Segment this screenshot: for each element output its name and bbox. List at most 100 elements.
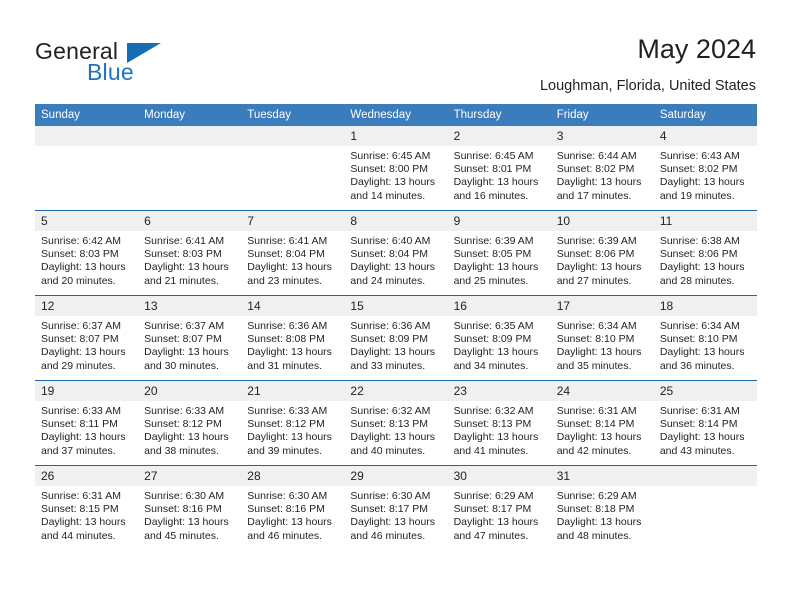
day-sun-info: Sunrise: 6:45 AM Sunset: 8:01 PM Daylight:… [448,146,551,203]
calendar-page: General Blue May 2024 Loughman, Florida,… [0,0,792,612]
calendar-week-row: 12 Sunrise: 6:37 AM Sunset: 8:07 PM Dayligh… [35,295,757,381]
sunrise-time: Sunrise: 6:37 AM [41,320,121,332]
day-sun-info: Sunrise: 6:39 AM Sunset: 8:06 PM Daylight:… [551,231,654,288]
day-sun-info: Sunrise: 6:37 AM Sunset: 8:07 PM Daylight:… [138,316,241,373]
calendar-day-cell[interactable]: 4 Sunrise: 6:43 AM Sunset: 8:02 PM Daylight… [653,126,757,211]
daylight-duration-line2: and 19 minutes. [659,189,735,202]
sunset-time: Sunset: 8:13 PM [350,418,429,431]
calendar-day-cell[interactable]: 15 Sunrise: 6:36 AM Sunset: 8:09 PM Dayligh… [344,295,448,381]
calendar-day-cell[interactable]: 27 Sunrise: 6:30 AM Sunset: 8:16 PM Dayligh… [138,465,242,550]
sunrise-time: Sunrise: 6:41 AM [247,235,328,247]
daylight-duration-line1: Daylight: 13 hours [247,431,332,444]
sunrise-time: Sunrise: 6:38 AM [659,235,740,247]
calendar-day-cell[interactable]: 22 Sunrise: 6:32 AM Sunset: 8:13 PM Dayligh… [344,380,448,466]
calendar-day-cell[interactable]: 7 Sunrise: 6:41 AM Sunset: 8:04 PM Daylight… [241,210,345,296]
sunrise-time: Sunrise: 6:33 AM [144,405,225,417]
day-sun-info: Sunrise: 6:31 AM Sunset: 8:14 PM Daylight:… [551,401,654,458]
day-sun-info: Sunrise: 6:38 AM Sunset: 8:06 PM Daylight:… [654,231,757,288]
daylight-duration-line2: and 25 minutes. [453,274,529,287]
day-number: 31 [550,466,654,486]
day-sun-info: Sunrise: 6:32 AM Sunset: 8:13 PM Daylight:… [448,401,551,458]
sunrise-time: Sunrise: 6:34 AM [556,320,637,332]
sunrise-time: Sunrise: 6:37 AM [144,320,225,332]
daylight-duration-line2: and 41 minutes. [453,444,529,457]
weekday-header-tuesday: Tuesday [241,104,345,126]
calendar-day-cell[interactable]: 18 Sunrise: 6:34 AM Sunset: 8:10 PM Dayligh… [653,295,757,381]
calendar-day-cell[interactable]: 19 Sunrise: 6:33 AM Sunset: 8:11 PM Dayligh… [35,380,139,466]
calendar-day-cell[interactable]: 3 Sunrise: 6:44 AM Sunset: 8:02 PM Daylight… [550,126,654,211]
sunset-time: Sunset: 8:12 PM [144,418,222,431]
sunrise-time: Sunrise: 6:44 AM [556,150,637,162]
page-header: General Blue May 2024 Loughman, Florida,… [0,0,792,104]
general-blue-logo[interactable]: General Blue [35,38,235,86]
daylight-duration-line2: and 30 minutes. [144,359,219,372]
day-number: 4 [653,126,757,146]
calendar-day-cell[interactable]: 30 Sunrise: 6:29 AM Sunset: 8:17 PM Dayligh… [447,465,551,550]
day-sun-info: Sunrise: 6:36 AM Sunset: 8:08 PM Daylight:… [241,316,344,373]
sunset-time: Sunset: 8:10 PM [556,333,635,346]
calendar-day-cell[interactable]: 20 Sunrise: 6:33 AM Sunset: 8:12 PM Dayligh… [138,380,242,466]
day-number: 13 [138,296,242,316]
calendar-day-cell[interactable]: 6 Sunrise: 6:41 AM Sunset: 8:03 PM Daylight… [138,210,242,296]
calendar-day-cell[interactable]: 1 Sunrise: 6:45 AM Sunset: 8:00 PM Daylight… [344,126,448,211]
daylight-duration-line1: Daylight: 13 hours [247,261,332,274]
calendar-day-cell[interactable]: 17 Sunrise: 6:34 AM Sunset: 8:10 PM Dayligh… [550,295,654,381]
calendar-week-row: 26 Sunrise: 6:31 AM Sunset: 8:15 PM Dayligh… [35,465,757,550]
daylight-duration-line1: Daylight: 13 hours [556,261,642,274]
day-sun-info: Sunrise: 6:39 AM Sunset: 8:05 PM Daylight:… [448,231,551,288]
calendar-day-cell[interactable]: 5 Sunrise: 6:42 AM Sunset: 8:03 PM Daylight… [35,210,139,296]
day-number: 6 [138,211,242,231]
calendar-day-cell[interactable]: 26 Sunrise: 6:31 AM Sunset: 8:15 PM Dayligh… [35,465,139,550]
daylight-duration-line1: Daylight: 13 hours [659,261,745,274]
calendar-day-cell[interactable]: 9 Sunrise: 6:39 AM Sunset: 8:05 PM Daylight… [447,210,551,296]
sunrise-time: Sunrise: 6:34 AM [659,320,740,332]
calendar-day-cell[interactable]: 29 Sunrise: 6:30 AM Sunset: 8:17 PM Dayligh… [344,465,448,550]
sunrise-sunset-calendar-table: Sunday Monday Tuesday Wednesday Thursday… [35,104,757,550]
sunset-time: Sunset: 8:01 PM [453,163,532,176]
sunrise-time: Sunrise: 6:31 AM [556,405,637,417]
calendar-day-cell[interactable]: 8 Sunrise: 6:40 AM Sunset: 8:04 PM Daylight… [344,210,448,296]
sunrise-time: Sunrise: 6:33 AM [41,405,121,417]
daylight-duration-line2: and 17 minutes. [556,189,632,202]
calendar-day-cell[interactable]: 10 Sunrise: 6:39 AM Sunset: 8:06 PM Dayligh… [550,210,654,296]
day-number: 10 [550,211,654,231]
calendar-day-cell[interactable]: 16 Sunrise: 6:35 AM Sunset: 8:09 PM Dayligh… [447,295,551,381]
calendar-day-cell[interactable]: 25 Sunrise: 6:31 AM Sunset: 8:14 PM Dayligh… [653,380,757,466]
calendar-day-cell[interactable]: 14 Sunrise: 6:36 AM Sunset: 8:08 PM Dayligh… [241,295,345,381]
calendar-day-cell[interactable]: 21 Sunrise: 6:33 AM Sunset: 8:12 PM Dayligh… [241,380,345,466]
calendar-week-row: 19 Sunrise: 6:33 AM Sunset: 8:11 PM Dayligh… [35,380,757,466]
daylight-duration-line2: and 46 minutes. [350,529,426,542]
daylight-duration-line1: Daylight: 13 hours [247,516,332,529]
sunset-time: Sunset: 8:13 PM [453,418,532,431]
calendar-day-cell[interactable]: 24 Sunrise: 6:31 AM Sunset: 8:14 PM Dayligh… [550,380,654,466]
daylight-duration-line1: Daylight: 13 hours [453,176,539,189]
day-number: 9 [447,211,551,231]
day-sun-info: Sunrise: 6:30 AM Sunset: 8:16 PM Daylight:… [241,486,344,543]
calendar-day-cell[interactable]: 31 Sunrise: 6:29 AM Sunset: 8:18 PM Dayligh… [550,465,654,550]
day-number [35,126,139,146]
calendar-day-cell[interactable]: 23 Sunrise: 6:32 AM Sunset: 8:13 PM Dayligh… [447,380,551,466]
daylight-duration-line1: Daylight: 13 hours [350,346,436,359]
sunrise-time: Sunrise: 6:31 AM [41,490,121,502]
sunset-time: Sunset: 8:09 PM [453,333,532,346]
calendar-day-cell[interactable]: 12 Sunrise: 6:37 AM Sunset: 8:07 PM Dayligh… [35,295,139,381]
sunset-time: Sunset: 8:16 PM [247,503,325,516]
weekday-header-friday: Friday [550,104,654,126]
day-number [138,126,242,146]
day-sun-info: Sunrise: 6:30 AM Sunset: 8:16 PM Daylight:… [138,486,241,543]
day-sun-info: Sunrise: 6:36 AM Sunset: 8:09 PM Daylight:… [344,316,447,373]
calendar-day-cell[interactable]: 13 Sunrise: 6:37 AM Sunset: 8:07 PM Dayligh… [138,295,242,381]
day-sun-info: Sunrise: 6:31 AM Sunset: 8:15 PM Daylight:… [35,486,138,543]
calendar-day-cell[interactable]: 28 Sunrise: 6:30 AM Sunset: 8:16 PM Dayligh… [241,465,345,550]
day-number: 28 [241,466,345,486]
day-number: 16 [447,296,551,316]
sunrise-time: Sunrise: 6:36 AM [247,320,328,332]
calendar-day-cell[interactable]: 11 Sunrise: 6:38 AM Sunset: 8:06 PM Dayligh… [653,210,757,296]
sunset-time: Sunset: 8:00 PM [350,163,429,176]
calendar-header-row-group: Sunday Monday Tuesday Wednesday Thursday… [35,104,757,126]
sunrise-time: Sunrise: 6:32 AM [453,405,534,417]
day-number: 5 [35,211,139,231]
sunset-time: Sunset: 8:18 PM [556,503,635,516]
calendar-day-cell[interactable]: 2 Sunrise: 6:45 AM Sunset: 8:01 PM Daylight… [447,126,551,211]
daylight-duration-line1: Daylight: 13 hours [41,261,126,274]
